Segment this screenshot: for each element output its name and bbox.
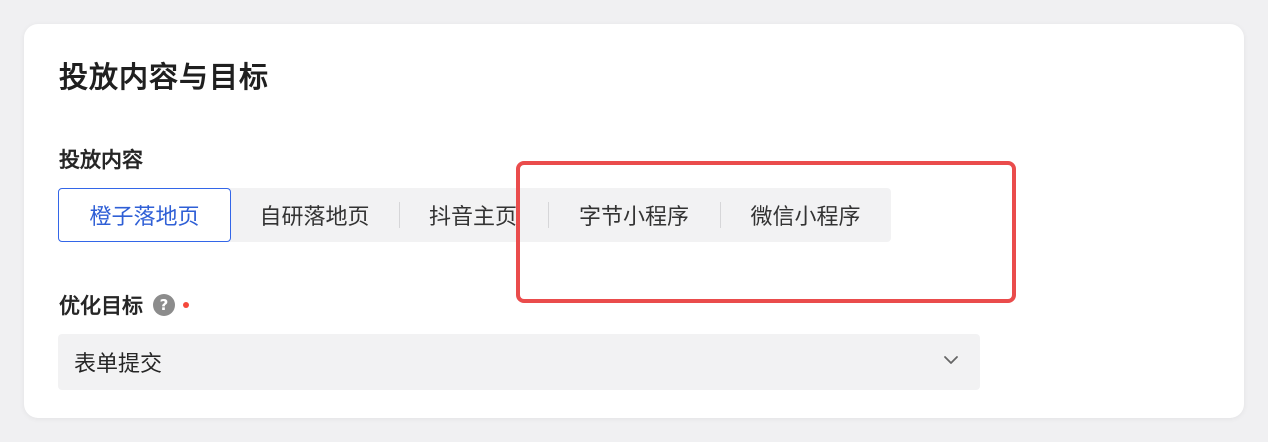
goal-select[interactable]: 表单提交 bbox=[58, 334, 980, 390]
option-label: 自研落地页 bbox=[259, 205, 370, 230]
goal-label-text: 优化目标 bbox=[59, 294, 143, 318]
option-chengzi-landing-page[interactable]: 橙子落地页 bbox=[58, 188, 231, 242]
section-title: 投放内容与目标 bbox=[59, 60, 270, 94]
question-circle-icon[interactable]: ? bbox=[153, 294, 175, 316]
option-label: 抖音主页 bbox=[428, 205, 517, 230]
chevron-down-icon bbox=[944, 356, 958, 364]
form-card: 投放内容与目标 投放内容 橙子落地页 自研落地页 抖音主页 字节小程序 微信小程… bbox=[24, 24, 1244, 418]
option-self-landing-page[interactable]: 自研落地页 bbox=[231, 188, 398, 242]
content-label: 投放内容 bbox=[59, 148, 143, 172]
required-indicator bbox=[183, 302, 189, 308]
highlight-annotation-box bbox=[516, 161, 1016, 303]
goal-select-value: 表单提交 bbox=[74, 352, 163, 377]
segment-divider bbox=[399, 202, 400, 228]
option-label: 橙子落地页 bbox=[89, 205, 200, 230]
goal-label: 优化目标 ? bbox=[59, 290, 189, 320]
